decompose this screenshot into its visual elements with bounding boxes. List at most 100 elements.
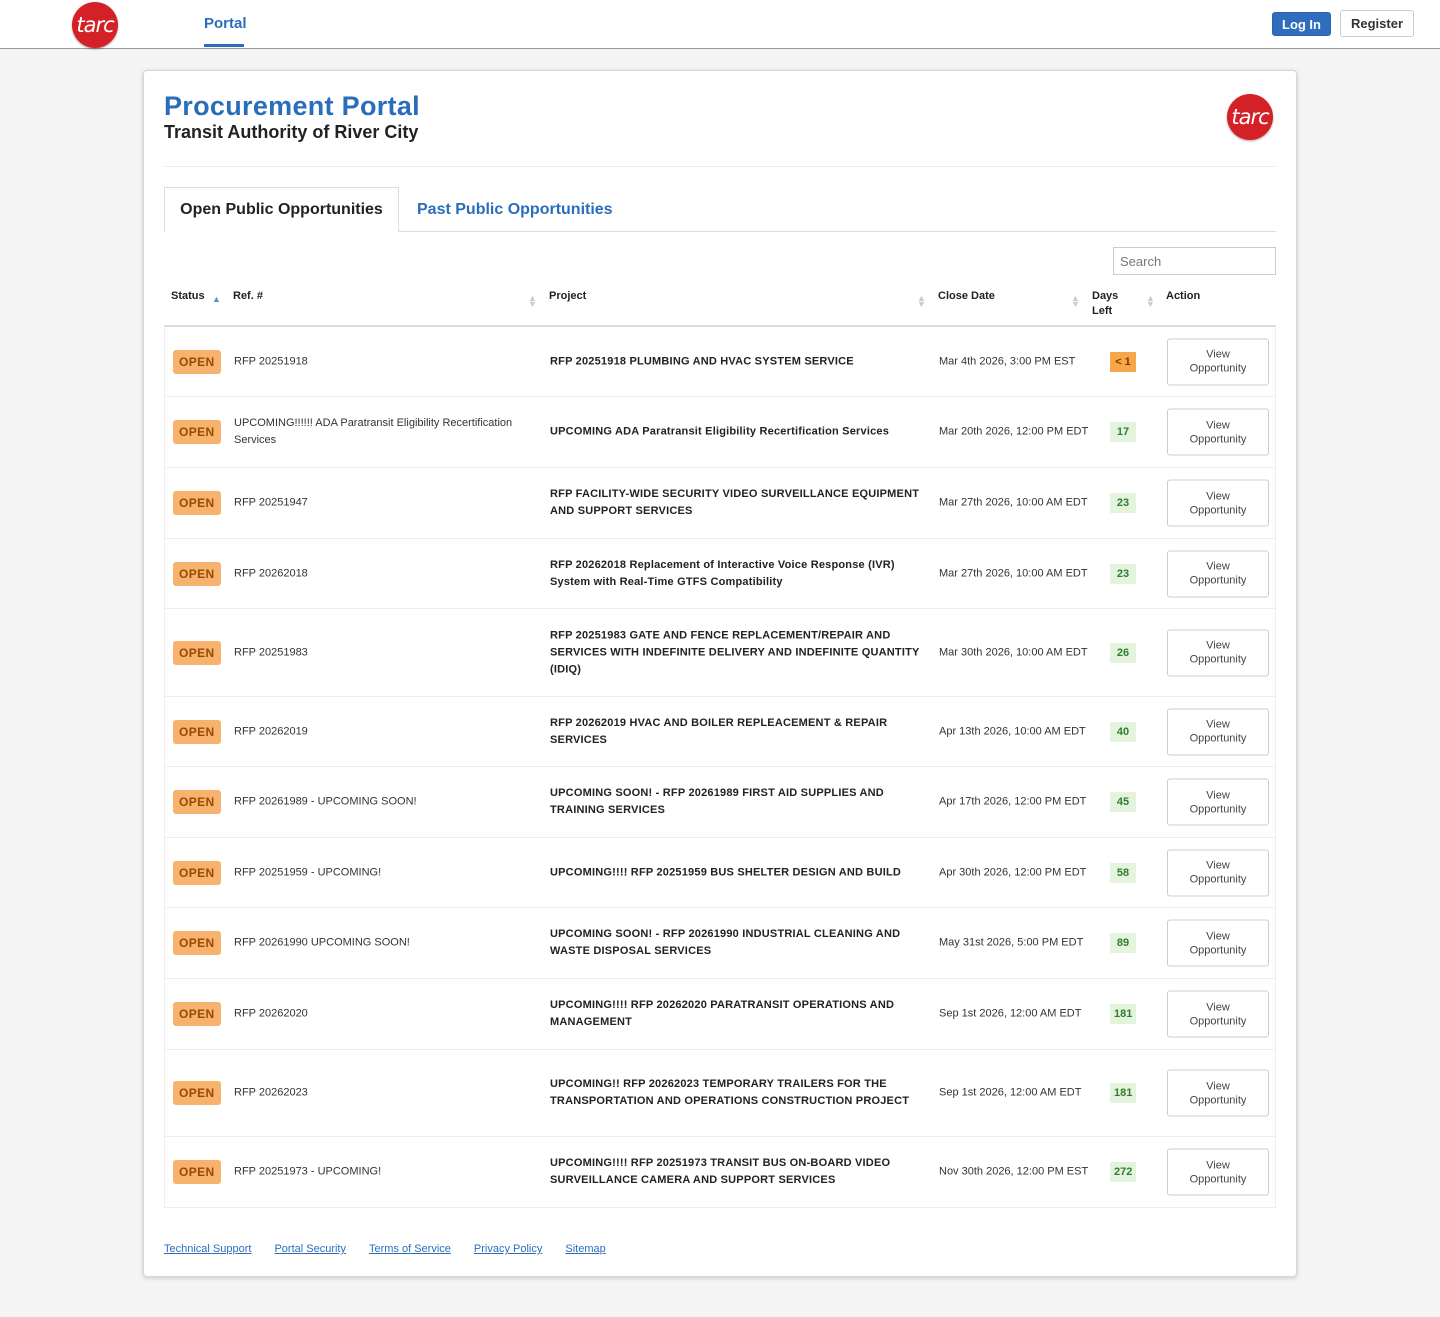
view-opportunity-button[interactable]: View Opportunity: [1167, 919, 1269, 967]
ref-number: RFP 20262023: [234, 1086, 308, 1099]
status-cell: OPEN: [173, 420, 221, 444]
ref-number: RFP 20262019: [234, 725, 308, 737]
view-opportunity-button[interactable]: View Opportunity: [1167, 338, 1269, 385]
status-badge: OPEN: [173, 719, 221, 744]
table-row: OPEN RFP 20261989 - UPCOMING SOON! UPCOMIN…: [165, 767, 1275, 838]
table-row: OPEN RFP 20262018 RFP 20262018 Replacement…: [165, 539, 1275, 609]
table-row: OPEN RFP 20251918 RFP 20251918 PLUMBING AN…: [165, 327, 1275, 397]
action-cell: View Opportunity: [1167, 338, 1269, 385]
sort-icon[interactable]: ▲ ▼: [1146, 294, 1155, 309]
footer-link-technical-support[interactable]: Technical Support: [164, 1243, 251, 1255]
days-left-badge: 23: [1110, 563, 1136, 584]
project-name: RFP 20251918 PLUMBING AND HVAC SYSTEM SE…: [550, 355, 854, 367]
footer-link-sitemap[interactable]: Sitemap: [565, 1243, 605, 1255]
project-name: UPCOMING!!!! RFP 20251973 TRANSIT BUS ON…: [550, 1157, 891, 1186]
view-opportunity-button[interactable]: View Opportunity: [1167, 408, 1269, 456]
sort-asc-icon[interactable]: ▲: [212, 294, 221, 304]
days-left-badge: 181: [1110, 1083, 1137, 1103]
project-name: RFP 20262019 HVAC AND BOILER REPLEACEMEN…: [550, 716, 888, 746]
ref-number: RFP 20251947: [234, 496, 308, 509]
ref-number: RFP 20251973 - UPCOMING!: [234, 1165, 382, 1178]
column-header-close-date[interactable]: Close Date: [938, 289, 995, 304]
page-title: Procurement Portal: [164, 91, 420, 121]
table-row: OPEN RFP 20251959 - UPCOMING! UPCOMING!!!!…: [165, 838, 1275, 908]
column-header-action: Action: [1166, 290, 1201, 302]
sort-icon[interactable]: ▲ ▼: [528, 294, 537, 309]
column-header-days-left[interactable]: Days Left: [1092, 289, 1128, 319]
status-badge: OPEN: [173, 640, 221, 665]
view-opportunity-button[interactable]: View Opportunity: [1167, 849, 1269, 896]
view-opportunity-button[interactable]: View Opportunity: [1167, 1069, 1269, 1117]
status-badge: OPEN: [173, 491, 221, 515]
status-badge: OPEN: [173, 790, 221, 814]
table-row: OPEN RFP 20261990 UPCOMING SOON! UPCOMING …: [165, 908, 1275, 979]
days-left-badge: 45: [1110, 792, 1136, 812]
ref-number: RFP 20261990 UPCOMING SOON!: [234, 936, 410, 949]
days-left-badge: 26: [1110, 642, 1136, 663]
main-panel: Procurement Portal Transit Authority of …: [143, 70, 1297, 1277]
action-cell: View Opportunity: [1167, 849, 1269, 896]
project-name: RFP 20262018 Replacement of Interactive …: [550, 558, 895, 588]
table-row: OPEN RFP 20251947 RFP FACILITY-WIDE SECURI…: [165, 468, 1275, 539]
close-date: Mar 4th 2026, 3:00 PM EST: [939, 355, 1076, 367]
view-opportunity-button[interactable]: View Opportunity: [1167, 629, 1269, 676]
close-date: Mar 27th 2026, 10:00 AM EDT: [939, 567, 1088, 579]
header-divider: [164, 166, 1276, 167]
close-date: May 31st 2026, 5:00 PM EDT: [939, 936, 1084, 949]
days-left-cell: 17: [1110, 422, 1136, 442]
action-cell: View Opportunity: [1167, 990, 1269, 1038]
ref-number: RFP 20251959 - UPCOMING!: [234, 866, 382, 878]
days-left-cell: 58: [1110, 862, 1136, 883]
sort-icon[interactable]: ▲ ▼: [1071, 294, 1080, 309]
nav-portal-link[interactable]: Portal: [204, 15, 247, 32]
days-left-badge: 89: [1110, 933, 1136, 953]
view-opportunity-button[interactable]: View Opportunity: [1167, 550, 1269, 597]
project-name: UPCOMING!!!! RFP 20262020 PARATRANSIT OP…: [550, 999, 895, 1028]
close-date: Apr 13th 2026, 10:00 AM EDT: [939, 725, 1086, 737]
status-cell: OPEN: [173, 790, 221, 814]
days-left-badge: 17: [1110, 422, 1136, 442]
nav-active-indicator: [204, 44, 244, 47]
action-cell: View Opportunity: [1167, 1069, 1269, 1117]
status-cell: OPEN: [173, 349, 221, 374]
view-opportunity-button[interactable]: View Opportunity: [1167, 778, 1269, 826]
view-opportunity-button[interactable]: View Opportunity: [1167, 479, 1269, 527]
days-left-cell: 181: [1110, 1004, 1137, 1024]
action-cell: View Opportunity: [1167, 479, 1269, 527]
close-date: Apr 17th 2026, 12:00 PM EDT: [939, 795, 1087, 808]
close-date: Sep 1st 2026, 12:00 AM EDT: [939, 1086, 1082, 1099]
column-header-status[interactable]: Status: [171, 289, 205, 304]
view-opportunity-button[interactable]: View Opportunity: [1167, 990, 1269, 1038]
days-left-cell: 45: [1110, 792, 1136, 812]
footer-link-privacy-policy[interactable]: Privacy Policy: [474, 1243, 542, 1255]
footer-link-portal-security[interactable]: Portal Security: [274, 1243, 346, 1255]
tarc-logo[interactable]: tarc: [72, 2, 118, 48]
tab-past-opportunities[interactable]: Past Public Opportunities: [417, 187, 613, 233]
view-opportunity-button[interactable]: View Opportunity: [1167, 1148, 1269, 1196]
action-cell: View Opportunity: [1167, 408, 1269, 456]
close-date: Sep 1st 2026, 12:00 AM EDT: [939, 1007, 1082, 1020]
days-left-badge: 58: [1110, 862, 1136, 883]
days-left-badge: 181: [1110, 1004, 1137, 1024]
register-button[interactable]: Register: [1340, 10, 1414, 37]
project-name: UPCOMING!!!! RFP 20251959 BUS SHELTER DE…: [550, 866, 902, 878]
close-date: Mar 20th 2026, 12:00 PM EDT: [939, 425, 1089, 438]
status-cell: OPEN: [173, 640, 221, 665]
status-badge: OPEN: [173, 561, 221, 586]
project-name: UPCOMING ADA Paratransit Eligibility Rec…: [550, 425, 890, 438]
login-button[interactable]: Log In: [1272, 12, 1331, 36]
sort-icon[interactable]: ▲ ▼: [917, 294, 926, 309]
column-header-project[interactable]: Project: [549, 289, 586, 304]
organization-name: Transit Authority of River City: [164, 122, 419, 142]
table-row: OPEN UPCOMING!!!!!! ADA Paratransit Eligi…: [165, 397, 1275, 468]
close-date: Nov 30th 2026, 12:00 PM EST: [939, 1165, 1089, 1178]
search-input[interactable]: [1113, 247, 1276, 275]
tab-open-opportunities[interactable]: Open Public Opportunities: [164, 187, 399, 233]
column-header-ref[interactable]: Ref. #: [233, 289, 263, 304]
status-badge: OPEN: [173, 1002, 221, 1026]
view-opportunity-button[interactable]: View Opportunity: [1167, 708, 1269, 755]
days-left-cell: < 1: [1110, 351, 1136, 372]
footer-link-terms-of-service[interactable]: Terms of Service: [369, 1243, 451, 1255]
days-left-badge: 272: [1110, 1162, 1137, 1182]
days-left-badge: 40: [1110, 721, 1136, 742]
